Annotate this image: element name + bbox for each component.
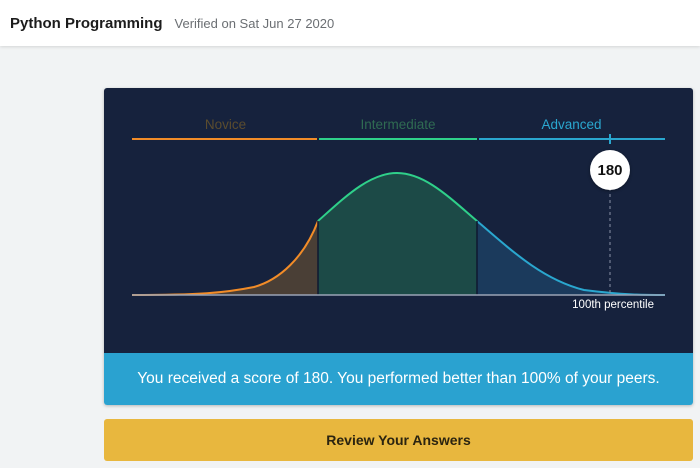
advanced-fill: [477, 221, 665, 295]
band-label-intermediate: Intermediate: [360, 117, 436, 132]
novice-fill: [132, 221, 318, 295]
score-card: Novice Intermediate Advanced 180 100th p…: [104, 88, 693, 405]
percentile-label: 100th percentile: [572, 299, 654, 311]
verified-date: Verified on Sat Jun 27 2020: [174, 15, 335, 31]
review-answers-button[interactable]: Review Your Answers: [104, 419, 693, 461]
band-label-novice: Novice: [204, 117, 247, 132]
course-title: Python Programming: [10, 14, 163, 32]
band-label-advanced: Advanced: [541, 117, 602, 132]
result-banner: You received a score of 180. You perform…: [104, 353, 693, 405]
score-distribution-chart: Novice Intermediate Advanced 180 100th p…: [104, 88, 693, 353]
top-bar: Python Programming Verified on Sat Jun 2…: [0, 0, 700, 46]
result-message: You received a score of 180. You perform…: [137, 370, 660, 387]
review-answers-label: Review Your Answers: [326, 432, 471, 448]
intermediate-fill: [318, 173, 477, 295]
score-bubble: 180: [590, 150, 630, 190]
